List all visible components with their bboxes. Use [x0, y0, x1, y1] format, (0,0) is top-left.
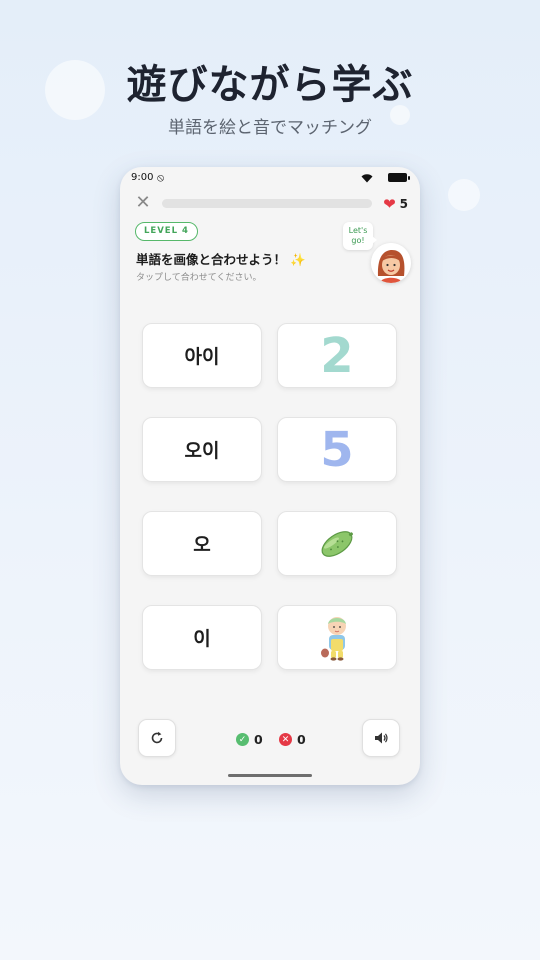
correct-score: ✓ 0	[236, 732, 263, 747]
picture-card[interactable]: 5	[277, 417, 397, 482]
heart-icon: ❤	[383, 195, 396, 213]
shield-off-icon: ⦸	[157, 171, 165, 184]
mascot-speech-bubble: Let's go!	[343, 222, 377, 250]
word-card-text: 아이	[184, 346, 220, 368]
cucumber-icon	[321, 530, 354, 557]
close-icon[interactable]: ✕	[134, 194, 152, 212]
home-indicator	[228, 774, 312, 777]
number-two-icon: 2	[320, 327, 354, 384]
level-badge: LEVEL 4	[135, 222, 198, 241]
word-card[interactable]: 오	[142, 511, 262, 576]
word-card[interactable]: 오이	[142, 417, 262, 482]
cross-icon: ✕	[279, 733, 292, 746]
sound-button[interactable]	[362, 719, 400, 757]
word-card-text: 이	[193, 628, 211, 650]
hearts-counter: ❤ 5	[383, 195, 408, 213]
word-card-text: 오이	[184, 440, 220, 462]
mascot-avatar	[371, 243, 411, 283]
battery-icon	[388, 173, 410, 182]
instruction-subtitle: タップして合わせてください。	[136, 273, 262, 283]
phone-screen: 9:00 ⦸ ✕ ❤ 5 LEVEL 4 単語を画像と合わせよう！ ✨ タップして…	[120, 167, 420, 785]
number-five-icon: 5	[320, 421, 354, 478]
picture-card[interactable]	[277, 605, 397, 670]
status-bar: 9:00 ⦸	[131, 171, 410, 189]
speech-line-1: Let's	[348, 226, 368, 235]
child-icon	[321, 616, 346, 661]
check-icon: ✓	[236, 733, 249, 746]
word-card-text: 오	[193, 534, 211, 556]
picture-card[interactable]: 2	[277, 323, 397, 388]
hearts-count: 5	[399, 197, 408, 211]
instruction-text: 単語を画像と合わせよう！	[136, 252, 287, 267]
wrong-score: ✕ 0	[279, 732, 306, 747]
word-card[interactable]: 이	[142, 605, 262, 670]
correct-count: 0	[254, 732, 263, 747]
picture-card[interactable]	[277, 511, 397, 576]
wrong-count: 0	[297, 732, 306, 747]
mascot-face-icon	[371, 243, 411, 283]
speaker-icon	[375, 732, 388, 744]
speech-line-2: go!	[351, 236, 365, 245]
restart-icon	[151, 731, 163, 744]
sparkle-icon: ✨	[290, 252, 306, 267]
word-card[interactable]: 아이	[142, 323, 262, 388]
restart-button[interactable]	[138, 719, 176, 757]
promo-subline: 単語を絵と音でマッチング	[168, 118, 372, 138]
promo-headline: 遊びながら学ぶ	[126, 62, 414, 108]
status-time: 9:00	[131, 172, 154, 183]
decor-bubble-medium	[448, 179, 480, 211]
instruction-title: 単語を画像と合わせよう！ ✨	[136, 249, 306, 268]
lesson-progress-bar	[162, 199, 372, 208]
wifi-icon	[361, 174, 373, 183]
